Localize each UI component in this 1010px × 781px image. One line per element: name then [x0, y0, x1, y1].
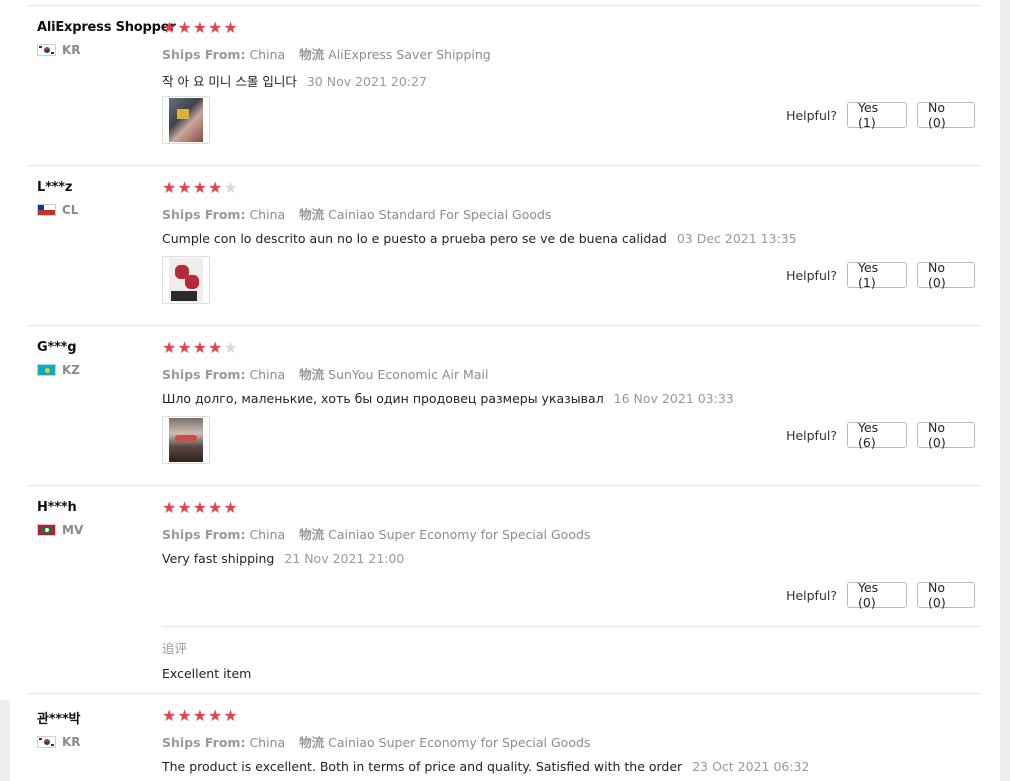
review-date: 16 Nov 2021 03:33 [613, 391, 734, 406]
vote-yes-button[interactable]: Yes (1) [847, 260, 907, 290]
followup-title: 追评 [162, 641, 188, 656]
star-icon: ★ [208, 178, 223, 197]
star-icon: ★ [177, 338, 192, 357]
star-icon: ★ [208, 498, 223, 517]
helpful-label: Helpful? [786, 107, 837, 123]
star-icon: ★ [162, 498, 177, 517]
review-item: 관***박 KR ★ ★ ★ ★ ★ Ships From: China 物流 … [28, 694, 981, 781]
star-icon: ★ [162, 178, 177, 197]
star-rating: ★ ★ ★ ★ ★ [162, 500, 977, 516]
review-date: 21 Nov 2021 21:00 [284, 551, 405, 566]
reviewer-name: G***g [37, 340, 77, 355]
star-icon: ★ [192, 498, 208, 517]
helpful-votes: Helpful? Yes (0) No (0) [786, 580, 975, 610]
star-icon: ★ [208, 338, 223, 357]
review-photo[interactable] [162, 416, 210, 464]
star-icon: ★ [192, 18, 208, 37]
shipping-info: Ships From: China 物流 SunYou Economic Air… [162, 367, 489, 382]
reviewer-name: 관***박 [37, 712, 81, 727]
review-comment: The product is excellent. Both in terms … [162, 759, 810, 774]
star-icon: ★ [177, 706, 192, 725]
review-item: AliExpress Shopper KR ★ ★ ★ ★ ★ Ships Fr… [28, 6, 981, 166]
star-icon: ★ [223, 706, 238, 725]
vote-no-button[interactable]: No (0) [917, 100, 975, 130]
star-icon: ★ [192, 706, 208, 725]
kr-flag-icon [37, 736, 56, 748]
star-empty-icon: ★ [223, 178, 238, 197]
shipping-info: Ships From: China 物流 AliExpress Saver Sh… [162, 47, 491, 62]
reviewer-name: L***z [37, 180, 73, 195]
helpful-label: Helpful? [786, 267, 837, 283]
review-item: H***h MV ★ ★ ★ ★ ★ Ships From: China 物流 … [28, 486, 981, 694]
review-photo[interactable] [162, 96, 210, 144]
star-icon: ★ [177, 498, 192, 517]
reviewer-country: KZ [62, 363, 80, 377]
followup-comment: Excellent item [162, 666, 252, 681]
page-scroll-gutter [1000, 0, 1010, 781]
helpful-votes: Helpful? Yes (1) No (0) [786, 260, 975, 290]
star-icon: ★ [162, 706, 177, 725]
review-comment: Cumple con lo descrito aun no lo e puest… [162, 231, 797, 246]
review-comment: Шло долго, маленькие, хоть бы один продо… [162, 391, 734, 406]
followup-divider [162, 626, 981, 627]
kr-flag-icon [37, 44, 56, 56]
mv-flag-icon [37, 524, 56, 536]
star-rating: ★ ★ ★ ★ ★ [162, 20, 977, 36]
star-icon: ★ [192, 178, 208, 197]
vote-yes-button[interactable]: Yes (1) [847, 100, 907, 130]
vote-yes-button[interactable]: Yes (6) [847, 420, 907, 450]
review-date: 30 Nov 2021 20:27 [306, 74, 427, 89]
vote-no-button[interactable]: No (0) [917, 260, 975, 290]
review-item: G***g KZ ★ ★ ★ ★ ★ Ships From: China 物流 … [28, 326, 981, 486]
reviewer-name: AliExpress Shopper [37, 20, 176, 35]
helpful-label: Helpful? [786, 587, 837, 603]
review-comment: Very fast shipping 21 Nov 2021 21:00 [162, 551, 405, 566]
star-icon: ★ [162, 18, 177, 37]
shipping-info: Ships From: China 物流 Cainiao Super Econo… [162, 735, 591, 750]
star-icon: ★ [177, 18, 192, 37]
review-date: 23 Oct 2021 06:32 [692, 759, 810, 774]
star-icon: ★ [208, 706, 223, 725]
reviewer-name: H***h [37, 500, 77, 515]
vote-yes-button[interactable]: Yes (0) [847, 580, 907, 610]
vote-no-button[interactable]: No (0) [917, 420, 975, 450]
vote-no-button[interactable]: No (0) [917, 580, 975, 610]
review-date: 03 Dec 2021 13:35 [676, 231, 797, 246]
review-photo[interactable] [162, 256, 210, 304]
star-empty-icon: ★ [223, 338, 238, 357]
star-icon: ★ [177, 178, 192, 197]
reviewer-country: KR [62, 735, 81, 749]
helpful-label: Helpful? [786, 427, 837, 443]
reviewer-country: CL [62, 203, 79, 217]
star-icon: ★ [162, 338, 177, 357]
reviewer-country: KR [62, 43, 81, 57]
star-icon: ★ [192, 338, 208, 357]
helpful-votes: Helpful? Yes (1) No (0) [786, 100, 975, 130]
star-icon: ★ [223, 498, 238, 517]
review-item: L***z CL ★ ★ ★ ★ ★ Ships From: China 物流 … [28, 166, 981, 326]
star-rating: ★ ★ ★ ★ ★ [162, 340, 977, 356]
star-rating: ★ ★ ★ ★ ★ [162, 180, 977, 196]
review-comment: 작 아 요 미니 스몰 입니다 30 Nov 2021 20:27 [162, 74, 427, 89]
page-left-gutter [0, 700, 10, 781]
helpful-votes: Helpful? Yes (6) No (0) [786, 420, 975, 450]
star-icon: ★ [223, 18, 238, 37]
cl-flag-icon [37, 204, 56, 216]
star-rating: ★ ★ ★ ★ ★ [162, 708, 977, 724]
kz-flag-icon [37, 364, 56, 376]
shipping-info: Ships From: China 物流 Cainiao Standard Fo… [162, 207, 552, 222]
star-icon: ★ [208, 18, 223, 37]
shipping-info: Ships From: China 物流 Cainiao Super Econo… [162, 527, 591, 542]
reviewer-country: MV [62, 523, 84, 537]
